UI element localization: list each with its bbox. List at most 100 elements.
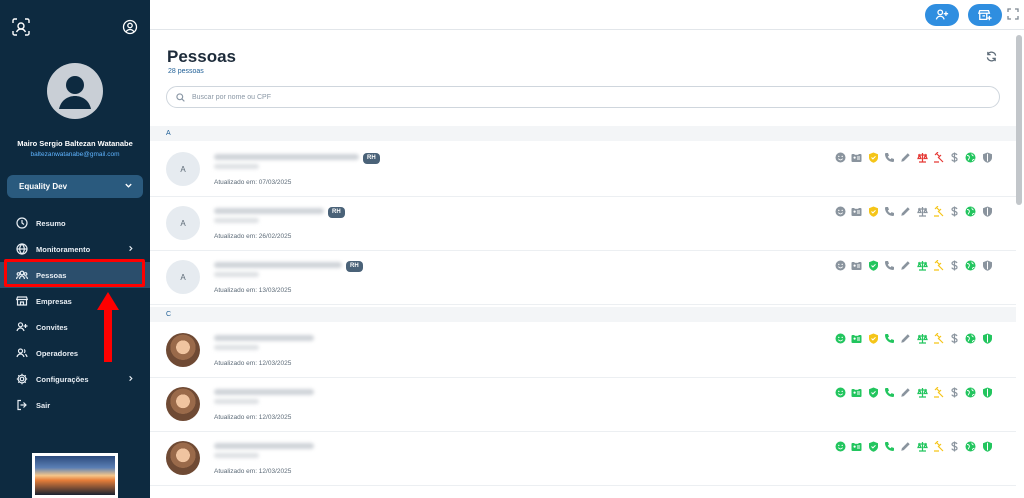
logout-icon (17, 399, 27, 411)
add-company-button[interactable] (968, 4, 1002, 26)
scale-icon[interactable] (916, 260, 928, 271)
phone-icon[interactable] (884, 152, 895, 163)
id-card-icon[interactable] (851, 206, 862, 217)
scrollbar[interactable] (1016, 35, 1022, 205)
person-row[interactable]: Atualizado em: 12/03/2025 (150, 378, 1016, 432)
main-content: Pessoas 28 pessoas Buscar por nome ou CP… (150, 0, 1024, 498)
smile-icon[interactable] (835, 387, 846, 398)
updated-date: Atualizado em: 07/03/2025 (214, 179, 292, 186)
shield-check-icon[interactable] (868, 206, 879, 217)
search-input[interactable]: Buscar por nome ou CPF (166, 86, 1000, 108)
updated-date: Atualizado em: 12/03/2025 (214, 468, 292, 475)
globe-icon[interactable] (965, 333, 976, 344)
sidebar-item-label: Monitoramento (36, 244, 91, 254)
person-row[interactable]: Atualizado em: 12/03/2025 (150, 432, 1016, 486)
globe-icon[interactable] (965, 152, 976, 163)
store-icon (16, 296, 28, 306)
person-row[interactable]: A RH Atualizado em: 07/03/2025 (150, 143, 1016, 197)
sidebar-item-convites[interactable]: Convites (0, 314, 150, 340)
account-circle-icon[interactable] (122, 19, 138, 35)
shield-icon[interactable] (982, 441, 993, 452)
shield-check-icon[interactable] (868, 387, 879, 398)
user-email: baltezanwatanabe@gmail.com (30, 151, 120, 158)
globe-icon[interactable] (965, 441, 976, 452)
redacted-cpf (214, 164, 259, 169)
phone-icon[interactable] (884, 206, 895, 217)
shield-icon[interactable] (982, 152, 993, 163)
smile-icon[interactable] (835, 152, 846, 163)
phone-icon[interactable] (884, 333, 895, 344)
shield-icon[interactable] (982, 260, 993, 271)
add-person-button[interactable] (925, 4, 959, 26)
pen-icon[interactable] (900, 441, 911, 452)
dollar-icon[interactable] (949, 260, 960, 271)
face-scan-icon[interactable] (12, 18, 30, 36)
smile-icon[interactable] (835, 441, 846, 452)
pen-icon[interactable] (900, 333, 911, 344)
id-card-icon[interactable] (851, 441, 862, 452)
sidebar-item-configuraes[interactable]: Configurações (0, 366, 150, 392)
refresh-icon[interactable] (986, 51, 997, 62)
sidebar-item-sair[interactable]: Sair (0, 392, 150, 418)
smile-icon[interactable] (835, 206, 846, 217)
section-header: C (150, 307, 1016, 322)
shield-check-icon[interactable] (868, 333, 879, 344)
scale-icon[interactable] (916, 387, 928, 398)
updated-date: Atualizado em: 26/02/2025 (214, 233, 292, 240)
pen-icon[interactable] (900, 206, 911, 217)
pen-icon[interactable] (900, 152, 911, 163)
user-plus-icon (935, 9, 949, 20)
fullscreen-icon[interactable] (1007, 8, 1019, 20)
gavel-icon[interactable] (933, 152, 944, 163)
shield-check-icon[interactable] (868, 152, 879, 163)
sidebar-item-resumo[interactable]: Resumo (0, 210, 150, 236)
phone-icon[interactable] (884, 441, 895, 452)
id-card-icon[interactable] (851, 152, 862, 163)
globe-icon[interactable] (965, 206, 976, 217)
gavel-icon[interactable] (933, 387, 944, 398)
people-count: 28 pessoas (168, 68, 204, 75)
org-selector[interactable]: Equality Dev (7, 175, 143, 198)
sidebar-item-empresas[interactable]: Empresas (0, 288, 150, 314)
smile-icon[interactable] (835, 260, 846, 271)
dollar-icon[interactable] (949, 333, 960, 344)
gavel-icon[interactable] (933, 333, 944, 344)
shield-check-icon[interactable] (868, 260, 879, 271)
pen-icon[interactable] (900, 260, 911, 271)
sidebar-item-operadores[interactable]: Operadores (0, 340, 150, 366)
shield-icon[interactable] (982, 206, 993, 217)
rh-badge: RH (346, 261, 363, 272)
avatar: A (166, 206, 200, 240)
id-card-icon[interactable] (851, 387, 862, 398)
dollar-icon[interactable] (949, 441, 960, 452)
pen-icon[interactable] (900, 387, 911, 398)
scale-icon[interactable] (916, 152, 928, 163)
gavel-icon[interactable] (933, 260, 944, 271)
gavel-icon[interactable] (933, 206, 944, 217)
scale-icon[interactable] (916, 206, 928, 217)
redacted-name (214, 262, 342, 268)
sidebar-item-label: Configurações (36, 374, 89, 384)
smile-icon[interactable] (835, 333, 846, 344)
person-row[interactable]: A RH Atualizado em: 26/02/2025 (150, 197, 1016, 251)
phone-icon[interactable] (884, 260, 895, 271)
redacted-cpf (214, 399, 259, 404)
scale-icon[interactable] (916, 333, 928, 344)
shield-icon[interactable] (982, 387, 993, 398)
sidebar-item-label: Empresas (36, 296, 72, 306)
dollar-icon[interactable] (949, 152, 960, 163)
dollar-icon[interactable] (949, 206, 960, 217)
globe-icon[interactable] (965, 387, 976, 398)
gavel-icon[interactable] (933, 441, 944, 452)
globe-icon[interactable] (965, 260, 976, 271)
shield-check-icon[interactable] (868, 441, 879, 452)
person-row[interactable]: A RH Atualizado em: 13/03/2025 (150, 251, 1016, 305)
sidebar-item-label: Convites (36, 322, 68, 332)
id-card-icon[interactable] (851, 260, 862, 271)
phone-icon[interactable] (884, 387, 895, 398)
dollar-icon[interactable] (949, 387, 960, 398)
id-card-icon[interactable] (851, 333, 862, 344)
scale-icon[interactable] (916, 441, 928, 452)
shield-icon[interactable] (982, 333, 993, 344)
person-row[interactable]: Atualizado em: 12/03/2025 (150, 324, 1016, 378)
